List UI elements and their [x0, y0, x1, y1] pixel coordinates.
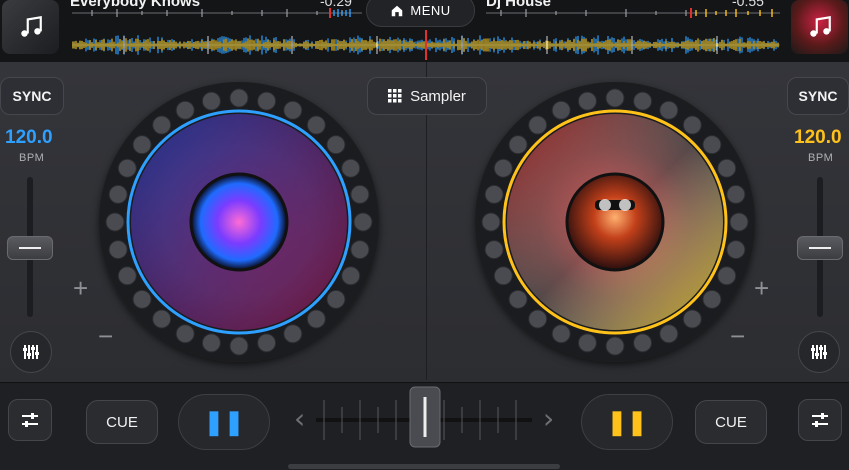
left-cue-button[interactable]: CUE [86, 400, 158, 444]
menu-button[interactable]: MENU [366, 0, 475, 27]
right-mini-waveform [486, 8, 780, 18]
right-play-pause-button[interactable]: ❚❚ [581, 394, 673, 450]
left-turntable[interactable] [99, 82, 379, 362]
left-sync-button[interactable]: SYNC [0, 77, 64, 115]
crossfader[interactable]: ‹ › [288, 385, 560, 463]
crossfader-right-chevron: › [543, 402, 554, 435]
main-waveform[interactable] [72, 30, 780, 60]
crossfader-left-chevron: ‹ [294, 402, 305, 435]
top-bar: Everybody Knows -0:29 Dj House -0:55 MEN… [0, 0, 849, 63]
left-track-cover[interactable] [2, 0, 59, 54]
menu-label: MENU [410, 3, 451, 18]
right-pitch-plus[interactable]: + [754, 275, 769, 301]
equalizer-icon [23, 345, 39, 359]
right-eq-button[interactable] [798, 331, 840, 373]
mixer-sliders-icon [22, 413, 38, 427]
home-icon [392, 5, 403, 16]
right-sync-button[interactable]: SYNC [787, 77, 849, 115]
home-indicator [288, 464, 560, 469]
sampler-button[interactable]: Sampler [367, 77, 487, 115]
left-bpm-label: BPM [19, 152, 45, 164]
equalizer-icon [811, 345, 827, 359]
left-play-pause-button[interactable]: ❚❚ [178, 394, 270, 450]
music-note-icon [20, 15, 42, 37]
grid-icon [388, 89, 402, 103]
left-pitch-fader-handle[interactable] [7, 236, 53, 260]
right-track-cover[interactable] [791, 0, 848, 54]
right-bpm-label: BPM [808, 152, 834, 164]
right-bpm-value: 120.0 [794, 127, 842, 148]
right-cue-button[interactable]: CUE [695, 400, 767, 444]
left-bpm-value: 120.0 [5, 127, 53, 148]
left-mini-waveform [72, 8, 362, 18]
mixer-sliders-icon [812, 413, 828, 427]
music-note-icon [809, 15, 831, 37]
left-pitch-plus[interactable]: + [73, 275, 88, 301]
right-mixer-button[interactable] [798, 399, 842, 441]
left-mixer-button[interactable] [8, 399, 52, 441]
sampler-label: Sampler [410, 87, 466, 105]
right-turntable[interactable] [475, 82, 755, 362]
right-pitch-fader-handle[interactable] [797, 236, 843, 260]
left-eq-button[interactable] [10, 331, 52, 373]
